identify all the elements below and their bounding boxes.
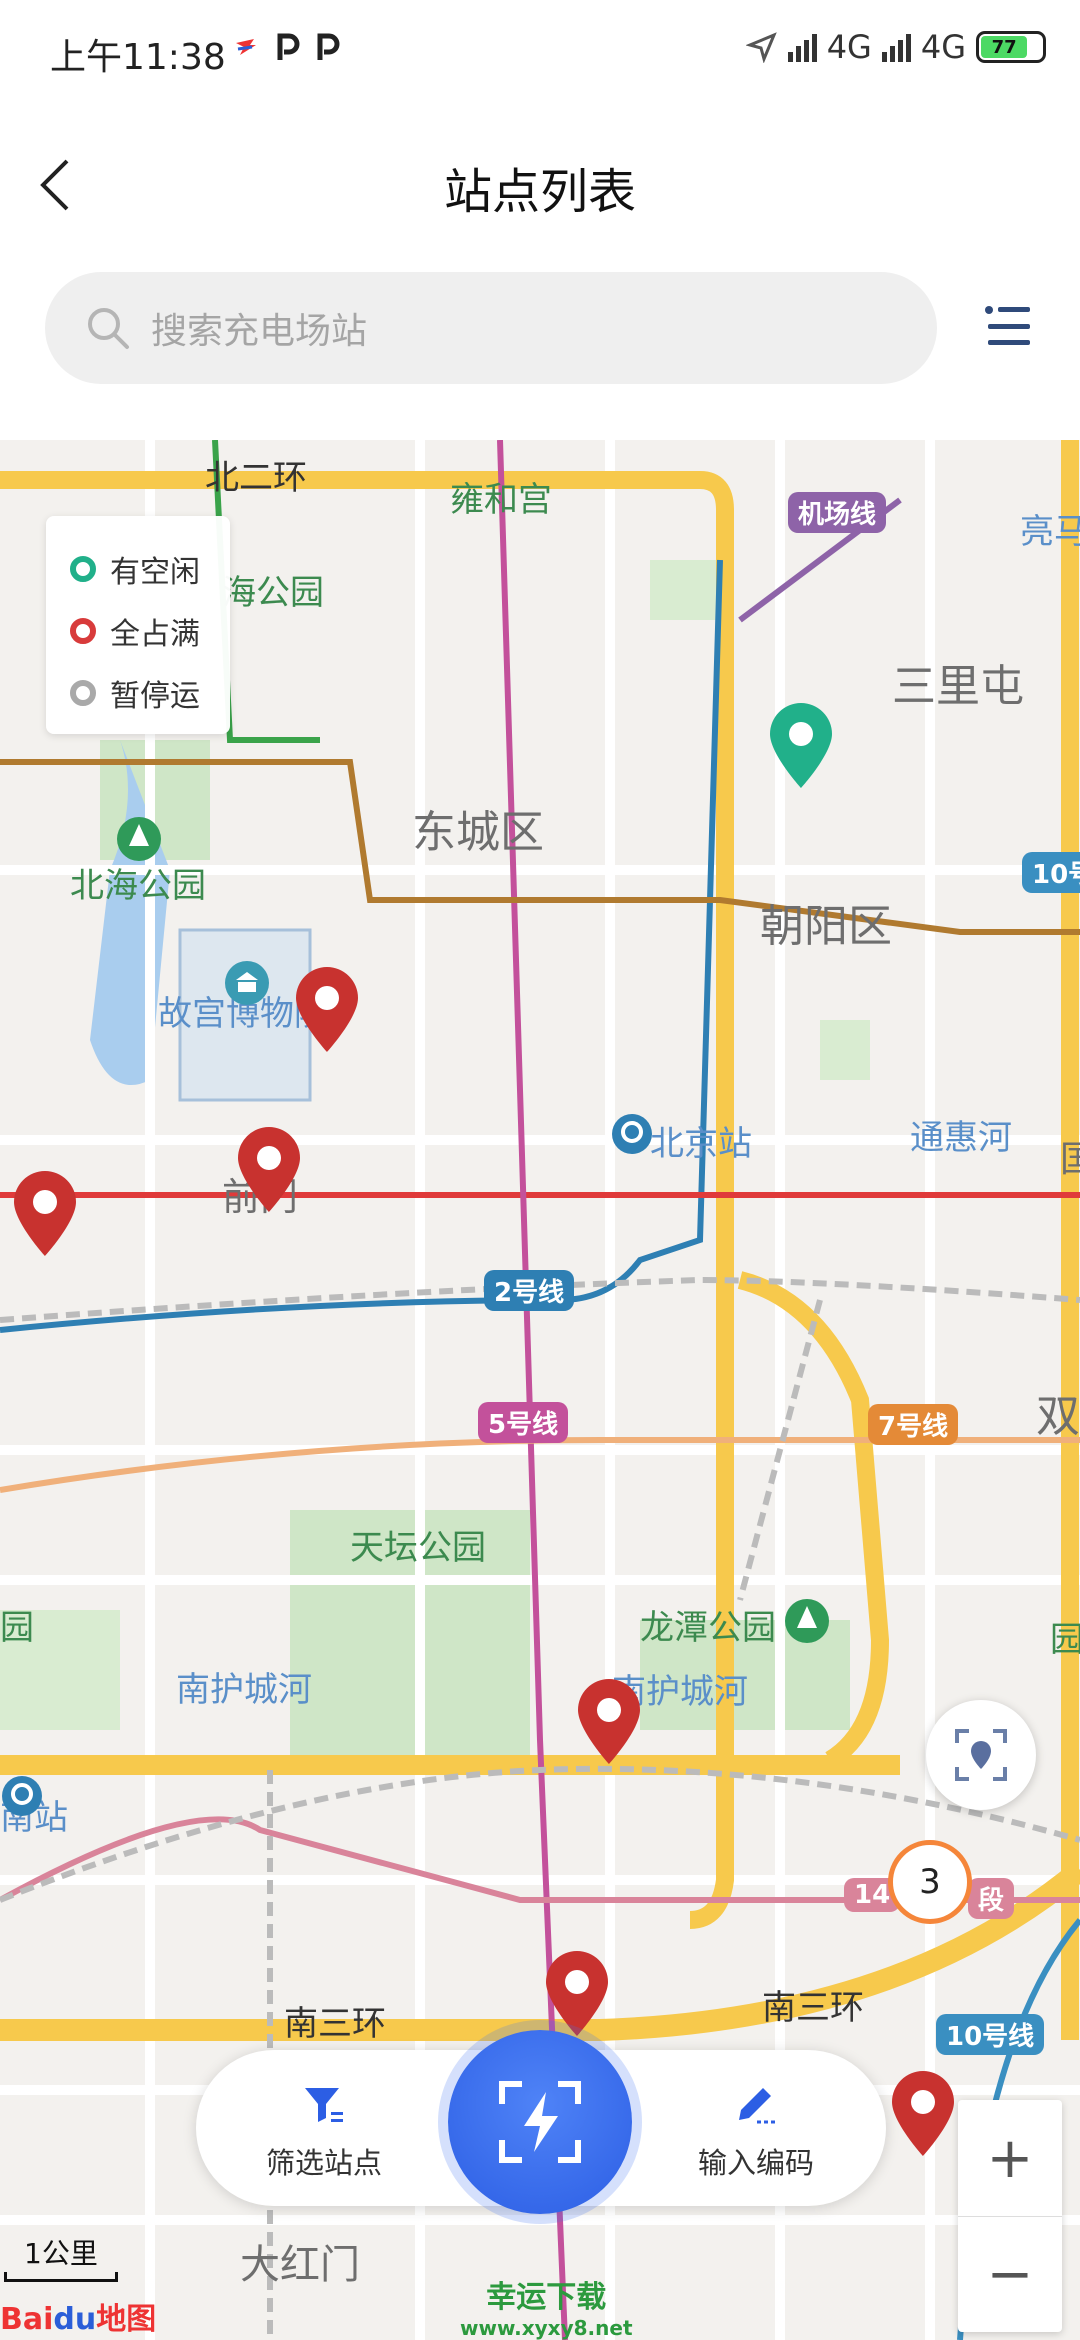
museum-icon [225, 961, 269, 1005]
signal-icon [787, 32, 817, 62]
badge-line-5: 5号线 [478, 1402, 569, 1443]
watermark-line1: 幸运下载 [486, 2280, 607, 2315]
place-label-beihai-park: 北海公园 [70, 866, 206, 906]
legend-label-suspended: 暂停运 [110, 679, 200, 714]
place-label-longtan: 龙潭公园 [640, 1608, 776, 1648]
header: 站点列表 [0, 100, 1080, 270]
map-scale: 1公里 [0, 2232, 118, 2282]
search-placeholder: 搜索充电场站 [151, 311, 368, 352]
badge-line-10-top: 10号线 [1022, 852, 1080, 893]
badge-line-14-segment: 段 [968, 1878, 1015, 1919]
watermark: 幸运下载 www.xyxy8.net [460, 2272, 633, 2340]
district-label-dongcheng: 东城区 [412, 807, 544, 858]
logo-text-bai: Bai [0, 2302, 54, 2337]
filter-funnel-icon [305, 2088, 343, 2122]
road-label-bei-er-huan: 北二环 [205, 458, 307, 498]
place-label-tiantan: 天坛公园 [350, 1528, 486, 1568]
park-tree-icon [785, 1599, 829, 1643]
station-marker-full[interactable] [574, 1678, 644, 1768]
district-label-sanlitun: 三里屯 [892, 661, 1024, 712]
network-type-2: 4G [920, 28, 966, 66]
location-target-icon [955, 1729, 1007, 1781]
place-label-edge-park: 园 [0, 1608, 34, 1648]
input-code-button[interactable]: 输入编码 [656, 2080, 856, 2182]
watermark-line2: www.xyxy8.net [460, 2316, 633, 2340]
station-cluster-marker[interactable]: 3 [888, 1840, 972, 1924]
river-label-tonghui: 通惠河 [910, 1118, 1012, 1158]
baidu-map-logo: Baidu地图 [0, 2294, 156, 2338]
list-icon [985, 306, 1030, 345]
parking-p-icon-2 [317, 33, 340, 60]
parking-p-icon [277, 33, 300, 60]
scale-label: 1公里 [24, 2237, 98, 2270]
district-label-chaoyang: 朝阳区 [760, 901, 892, 952]
logo-text-du: du [53, 2302, 97, 2337]
legend-item-suspended: 暂停运 [46, 662, 230, 724]
place-label-yonghegong: 雍和宫 [450, 480, 552, 520]
scan-lightning-icon [499, 2081, 581, 2163]
input-code-label: 输入编码 [697, 2146, 814, 2180]
status-right: 4G 4G 77 [745, 28, 1046, 66]
filter-stations-label: 筛选站点 [265, 2146, 382, 2180]
station-marker-full[interactable] [10, 1170, 80, 1260]
legend-dot-full [70, 618, 96, 644]
park-tree-icon [117, 817, 161, 861]
zoom-out-button[interactable]: − [958, 2216, 1062, 2332]
edge-label-shuang: 双 [1036, 1391, 1080, 1442]
location-arrow-icon [745, 32, 777, 63]
search-icon [88, 308, 129, 349]
scan-charge-button[interactable] [448, 2030, 632, 2214]
place-label-beijing-station: 北京站 [650, 1124, 752, 1164]
scale-bar [4, 2272, 118, 2282]
badge-line-7: 7号线 [868, 1404, 959, 1445]
station-marker-full[interactable] [292, 966, 362, 1056]
river-label-nanhu-1: 南护城河 [176, 1670, 312, 1710]
badge-line-2: 2号线 [484, 1270, 575, 1311]
search-row: 搜索充电场站 [0, 270, 1080, 440]
place-label-edge-park-2: 园 [1050, 1620, 1080, 1660]
station-marker-full[interactable] [542, 1950, 612, 2040]
legend-label-available: 有空闲 [110, 555, 200, 590]
locate-button[interactable] [926, 1700, 1036, 1810]
station-marker-full[interactable] [234, 1126, 304, 1216]
road-label-nan-san-huan-2: 南三环 [762, 1988, 864, 2028]
battery-icon: 77 [976, 31, 1046, 63]
zoom-in-button[interactable]: + [958, 2100, 1062, 2216]
legend-label-full: 全占满 [110, 617, 200, 652]
app-notification-icon [236, 39, 256, 55]
legend-item-available: 有空闲 [46, 538, 230, 600]
legend-item-full: 全占满 [46, 600, 230, 662]
status-time: 上午11:38 [50, 37, 226, 78]
edge-label-guo: 国 [1060, 1139, 1080, 1180]
filter-stations-button[interactable]: 筛选站点 [224, 2080, 424, 2182]
status-bar: 上午11:38 4G 4G 77 [0, 0, 1080, 100]
signal-icon-2 [881, 32, 911, 62]
legend-dot-suspended [70, 680, 96, 706]
road-label-nan-san-huan-1: 南三环 [284, 2004, 386, 2044]
badge-airport-line: 机场线 [788, 492, 887, 533]
search-input[interactable]: 搜索充电场站 [45, 272, 937, 384]
status-notification-icons [232, 32, 340, 62]
page-title: 站点列表 [443, 164, 636, 220]
list-view-button[interactable] [980, 303, 1036, 355]
legend-dot-available [70, 556, 96, 582]
badge-line-10-bottom: 10号线 [936, 2014, 1045, 2055]
network-type-1: 4G [826, 28, 872, 66]
place-label-dahongmen: 大红门 [240, 2242, 360, 2288]
edge-label-liangma: 亮马 [1020, 512, 1080, 552]
logo-text-ditu: 地图 [96, 2302, 157, 2337]
metro-station-icon [2, 1776, 42, 1816]
zoom-controls: + − [958, 2100, 1062, 2332]
status-legend: 有空闲 全占满 暂停运 [46, 516, 230, 734]
station-marker-available[interactable] [766, 702, 836, 792]
battery-level: 77 [981, 36, 1028, 58]
place-label-partial-park: 海公园 [222, 573, 324, 613]
metro-station-icon [612, 1114, 652, 1154]
station-marker-full[interactable] [888, 2070, 958, 2160]
pencil-icon [739, 2088, 775, 2124]
